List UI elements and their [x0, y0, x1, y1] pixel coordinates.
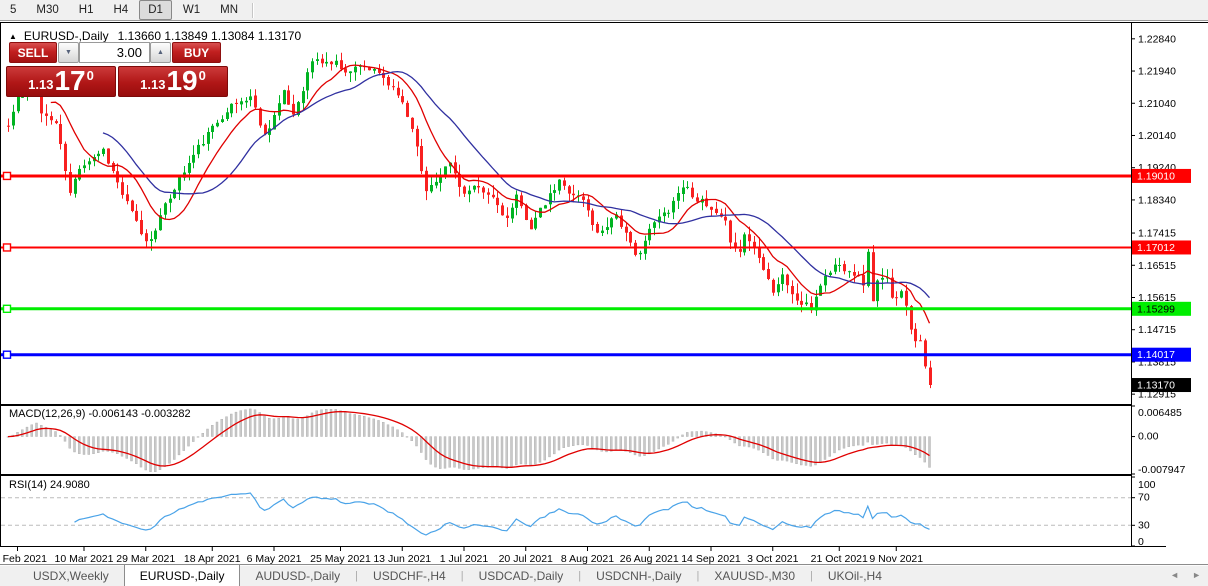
sell-price-small: 1.13 [28, 77, 53, 92]
price-axis-label: 1.22840 [1138, 33, 1176, 45]
ohlc-values: 1.13660 1.13849 1.13084 1.13170 [118, 29, 302, 43]
timeframe-toolbar: 5M30H1H4D1W1MN [0, 0, 1208, 21]
hline-price-label: 1.19010 [1137, 170, 1175, 182]
tab-scroll-left-icon[interactable]: ◄ [1170, 570, 1179, 580]
hline-anchor-handle [4, 172, 11, 179]
time-axis-label: 18 Apr 2021 [184, 553, 241, 564]
price-axis-label: 1.20140 [1138, 130, 1176, 142]
symbol-period-label: EURUSD-,Daily [24, 29, 109, 43]
buy-price-small: 1.13 [140, 77, 165, 92]
chart-window: 19 Feb 2021 10 Mar 202129 Mar 2021 18 Apr … [0, 21, 1208, 564]
price-axis: 1.228401.219401.210401.201401.192401.183… [1131, 33, 1185, 548]
sell-price-big: 17 [54, 68, 85, 94]
chart-tab-usdchf-h4[interactable]: USDCHF-,H4 [358, 565, 461, 586]
toolbar-separator [252, 3, 254, 18]
rsi-axis-label: 30 [1138, 519, 1150, 531]
tabbar-padding [0, 565, 18, 586]
one-click-trade-widget: SELL ▼ ▲ BUY 1.13 17 0 1.13 19 0 [0, 42, 232, 120]
macd-axis-label: 0.006485 [1138, 407, 1182, 419]
timeframe-button-m30[interactable]: M30 [27, 0, 67, 20]
chart-tab-eurusd-daily[interactable]: EURUSD-,Daily [124, 564, 241, 586]
rsi-line [75, 493, 930, 535]
hline-1.17012[interactable]: 1.17012 [1, 240, 1191, 254]
hline-anchor-handle [4, 351, 11, 358]
time-axis: 19 Feb 2021 10 Mar 202129 Mar 2021 18 Apr … [0, 547, 923, 564]
hline-anchor-handle [4, 244, 11, 251]
volume-increase-button[interactable]: ▲ [150, 42, 171, 63]
macd-axis-label: 0.00 [1138, 431, 1159, 443]
rsi-axis-label: 0 [1138, 536, 1144, 548]
chart-tab-usdcnh-daily[interactable]: USDCNH-,Daily [581, 565, 696, 586]
timeframe-button-h1[interactable]: H1 [70, 0, 103, 20]
hline-price-label: 1.17012 [1137, 242, 1175, 254]
time-axis-label: 10 Mar 2021 [55, 553, 114, 564]
chart-tab-usdx-weekly[interactable]: USDX,Weekly [18, 565, 124, 586]
chart-tab-usdcad-daily[interactable]: USDCAD-,Daily [464, 565, 579, 586]
time-axis-label: 25 May 2021 [310, 553, 371, 564]
macd-axis-label: -0.007947 [1138, 464, 1185, 476]
buy-button[interactable]: BUY [172, 42, 221, 63]
time-axis-label: 3 Oct 2021 [747, 553, 799, 564]
buy-price-big: 19 [166, 68, 197, 94]
collapse-chart-icon[interactable]: ▲ [9, 32, 17, 41]
price-axis-label: 1.21040 [1138, 98, 1176, 110]
hline-anchor-handle [4, 305, 11, 312]
chart-tab-bar: USDX,WeeklyEURUSD-,DailyAUDUSD-,Daily|US… [0, 564, 1208, 586]
volume-decrease-button[interactable]: ▼ [58, 42, 79, 63]
chart-tab-ukoil-h4[interactable]: UKOil-,H4 [813, 565, 897, 586]
time-axis-label: 14 Sep 2021 [681, 553, 741, 564]
time-axis-label: 29 Mar 2021 [116, 553, 175, 564]
rsi-axis-label: 70 [1138, 492, 1150, 504]
price-axis-label: 1.18340 [1138, 194, 1176, 206]
time-axis-label: 26 Aug 2021 [620, 553, 679, 564]
rsi-label: RSI(14) 24.9080 [9, 479, 90, 491]
hline-1.15299[interactable]: 1.15299 [1, 302, 1191, 316]
sell-price-panel[interactable]: 1.13 17 0 [6, 66, 116, 97]
spinner-up-icon: ▲ [157, 49, 164, 56]
chart-tab-audusd-daily[interactable]: AUDUSD-,Daily [240, 565, 355, 586]
sell-button[interactable]: SELL [9, 42, 57, 63]
current-price-label: 1.13170 [1132, 378, 1191, 392]
timeframe-button-w1[interactable]: W1 [174, 0, 209, 20]
price-axis-label: 1.14715 [1138, 324, 1176, 336]
price-axis-label: 1.21940 [1138, 66, 1176, 78]
price-axis-label: 1.16515 [1138, 260, 1176, 272]
buy-price-sup: 0 [199, 68, 206, 83]
hline-1.14017[interactable]: 1.14017 [1, 348, 1191, 362]
hline-price-label: 1.15299 [1137, 303, 1175, 315]
hline-price-label: 1.14017 [1137, 349, 1175, 361]
trading-terminal: 5M30H1H4D1W1MN 19 Feb 2021 10 Mar 202129 … [0, 0, 1208, 586]
sell-price-sup: 0 [87, 68, 94, 83]
time-axis-label: 13 Jun 2021 [373, 553, 431, 564]
time-axis-label: 8 Aug 2021 [561, 553, 614, 564]
timeframe-button-mn[interactable]: MN [211, 0, 247, 20]
time-axis-label: 19 Feb 2021 [0, 553, 47, 564]
time-axis-label: 20 Jul 2021 [499, 553, 553, 564]
price-axis-label: 1.17415 [1138, 228, 1176, 240]
tab-scroll-controls: ◄► [1170, 570, 1201, 580]
svg-text:1.13170: 1.13170 [1137, 380, 1175, 392]
rsi-axis-label: 100 [1138, 479, 1156, 491]
macd-label: MACD(12,26,9) -0.006143 -0.003282 [9, 408, 191, 420]
chart-tab-xauusd-m30[interactable]: XAUUSD-,M30 [699, 565, 810, 586]
rsi-pane-border [1, 476, 1132, 547]
tab-scroll-right-icon[interactable]: ► [1192, 570, 1201, 580]
chart-title: ▲ EURUSD-,Daily 1.13660 1.13849 1.13084 … [9, 29, 301, 43]
timeframe-button-h4[interactable]: H4 [104, 0, 137, 20]
time-axis-label: 9 Nov 2021 [869, 553, 923, 564]
time-axis-label: 6 May 2021 [247, 553, 302, 564]
time-axis-label: 21 Oct 2021 [811, 553, 868, 564]
timeframe-button-d1[interactable]: D1 [139, 0, 172, 20]
buy-price-panel[interactable]: 1.13 19 0 [118, 66, 228, 97]
volume-input[interactable] [79, 42, 150, 63]
spinner-down-icon: ▼ [65, 49, 72, 56]
time-axis-label: 1 Jul 2021 [440, 553, 489, 564]
timeframe-button-5[interactable]: 5 [1, 0, 25, 20]
